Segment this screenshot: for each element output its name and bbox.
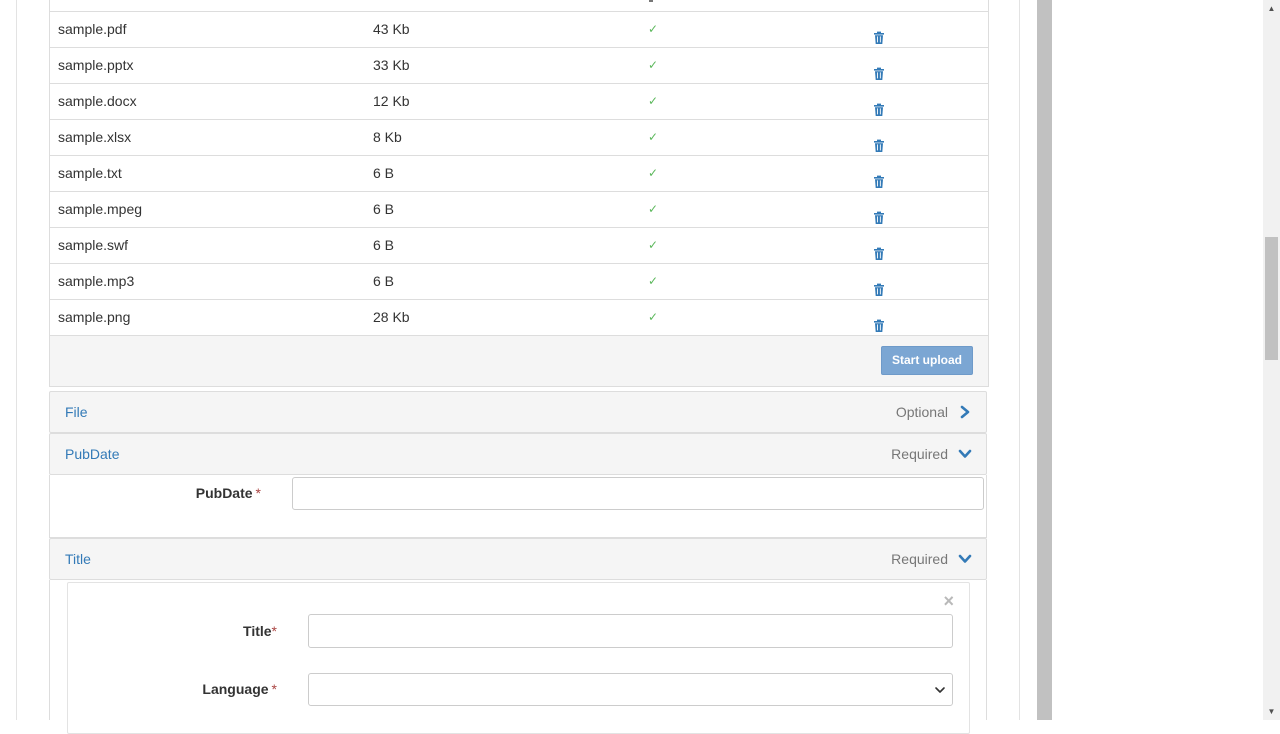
title-input[interactable] [308, 614, 953, 648]
table-row: sample.txt 6 B ✓ [50, 156, 988, 192]
file-upload-table: sample.pdf 43 Kb ✓ sample.pptx 33 Kb ✓ sample.… [49, 0, 989, 387]
scroll-down-icon[interactable]: ▼ [1263, 703, 1280, 720]
file-size: 6 B [373, 273, 395, 289]
language-label-text: Language [202, 681, 269, 697]
title-entry-box: × [67, 582, 970, 734]
table-row: sample.mp3 6 B ✓ [50, 264, 988, 300]
check-icon: ✓ [647, 22, 659, 36]
trash-icon[interactable] [872, 59, 886, 80]
upload-toolbar: Start upload [50, 335, 988, 387]
title-label-text: Title [243, 623, 272, 639]
table-row: sample.xlsx 8 Kb ✓ [50, 120, 988, 156]
start-upload-button[interactable]: Start upload [880, 346, 973, 375]
file-size: 28 Kb [373, 309, 410, 325]
window-scrollbar[interactable]: ▲ ▼ [1263, 0, 1280, 720]
panel-title-title[interactable]: Title [65, 539, 91, 579]
trash-icon[interactable] [872, 167, 886, 188]
scrollbar-thumb[interactable] [1265, 237, 1278, 360]
chevron-down-icon[interactable] [958, 552, 972, 566]
pubdate-label-text: PubDate [195, 485, 253, 501]
table-row: sample.swf 6 B ✓ [50, 228, 988, 264]
panel-title-header[interactable]: Title Required [49, 538, 987, 580]
trash-icon[interactable] [872, 275, 886, 296]
chevron-right-icon[interactable] [958, 405, 972, 419]
panel-pubdate-status: Required [891, 446, 948, 462]
table-row: sample.pptx 33 Kb ✓ [50, 48, 988, 84]
panel-file-status: Optional [895, 404, 948, 420]
column-indicator [649, 0, 653, 2]
trash-icon[interactable] [872, 95, 886, 116]
file-size: 6 B [373, 237, 395, 253]
file-size: 8 Kb [373, 129, 402, 145]
pubdate-input[interactable] [292, 477, 984, 510]
file-name: sample.png [58, 309, 131, 325]
check-icon: ✓ [647, 202, 659, 216]
file-name: sample.mp3 [58, 273, 135, 289]
panel-file-title[interactable]: File [65, 392, 88, 432]
table-row: sample.mpeg 6 B ✓ [50, 192, 988, 228]
table-row: sample.docx 12 Kb ✓ [50, 84, 988, 120]
file-name: sample.swf [58, 237, 129, 253]
check-icon: ✓ [647, 130, 659, 144]
panel-title-status: Required [891, 551, 948, 567]
close-icon[interactable]: × [943, 592, 954, 610]
file-size: 43 Kb [373, 21, 410, 37]
file-rows: sample.pdf 43 Kb ✓ sample.pptx 33 Kb ✓ sample.… [50, 12, 988, 335]
check-icon: ✓ [647, 166, 659, 180]
chevron-down-icon[interactable] [958, 447, 972, 461]
title-label: Title* [180, 623, 277, 639]
trash-icon[interactable] [872, 131, 886, 152]
file-size: 12 Kb [373, 93, 410, 109]
file-size: 6 B [373, 165, 395, 181]
required-asterisk: * [271, 623, 277, 639]
file-name: sample.pdf [58, 21, 127, 37]
trash-icon[interactable] [872, 239, 886, 260]
check-icon: ✓ [647, 274, 659, 288]
file-size: 6 B [373, 201, 395, 217]
file-size: 33 Kb [373, 57, 410, 73]
check-icon: ✓ [647, 310, 659, 324]
trash-icon[interactable] [872, 311, 886, 332]
language-label: Language * [180, 681, 277, 697]
scroll-up-icon[interactable]: ▲ [1263, 0, 1280, 17]
trash-icon[interactable] [872, 23, 886, 44]
trash-icon[interactable] [872, 203, 886, 224]
file-name: sample.mpeg [58, 201, 143, 217]
file-name: sample.txt [58, 165, 122, 181]
language-select[interactable] [308, 673, 953, 706]
file-name: sample.pptx [58, 57, 134, 73]
pubdate-label: PubDate * [150, 485, 261, 501]
table-header-edge [50, 0, 988, 12]
required-asterisk: * [271, 681, 277, 697]
check-icon: ✓ [647, 238, 659, 252]
required-asterisk: * [255, 485, 261, 501]
file-name: sample.xlsx [58, 129, 132, 145]
table-row: sample.pdf 43 Kb ✓ [50, 12, 988, 48]
check-icon: ✓ [647, 94, 659, 108]
chevron-down-icon [935, 687, 945, 693]
inner-scrollbar[interactable] [1037, 0, 1052, 720]
check-icon: ✓ [647, 58, 659, 72]
panel-file-header[interactable]: File Optional [49, 391, 987, 433]
panel-pubdate-header[interactable]: PubDate Required [49, 433, 987, 475]
panel-pubdate-title[interactable]: PubDate [65, 434, 119, 474]
file-name: sample.docx [58, 93, 137, 109]
table-row: sample.png 28 Kb ✓ [50, 300, 988, 335]
